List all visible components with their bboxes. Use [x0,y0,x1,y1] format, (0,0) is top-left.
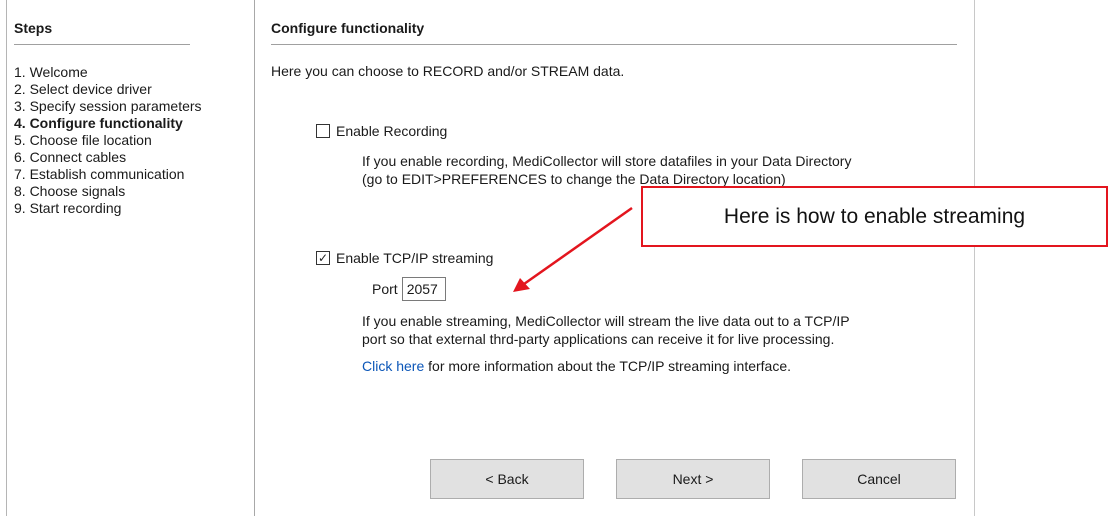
streaming-info-line: Click here for more information about th… [362,357,791,375]
title-divider [271,44,957,45]
steps-pane: Steps 1. Welcome 2. Select device driver… [0,0,254,516]
page-title: Configure functionality [271,20,425,36]
streaming-check-icon[interactable]: ✓ [316,251,330,265]
back-button[interactable]: < Back [430,459,584,499]
right-border [974,0,975,516]
recording-desc-line-1: If you enable recording, MediCollector w… [362,153,852,169]
steps-divider [14,44,190,45]
step-select-device-driver: 2. Select device driver [14,81,152,97]
annotation-callout: Here is how to enable streaming [641,186,1108,247]
steps-list: 1. Welcome 2. Select device driver 3. Sp… [14,64,202,217]
content-pane: Configure functionality Here you can cho… [255,0,975,516]
streaming-desc-line-1: If you enable streaming, MediCollector w… [362,313,850,329]
streaming-desc-line-2: port so that external thrd-party applica… [362,331,835,347]
enable-recording-checkbox[interactable]: Enable Recording [316,123,447,139]
click-here-link[interactable]: Click here [362,358,424,374]
step-connect-cables: 6. Connect cables [14,149,127,165]
streaming-description: If you enable streaming, MediCollector w… [362,312,850,348]
port-label: Port [372,281,398,297]
next-button[interactable]: Next > [616,459,770,499]
cancel-button[interactable]: Cancel [802,459,956,499]
enable-streaming-checkbox[interactable]: ✓ Enable TCP/IP streaming [316,250,493,266]
streaming-info-text: for more information about the TCP/IP st… [424,358,792,374]
step-establish-communication: 7. Establish communication [14,166,185,182]
step-welcome: 1. Welcome [14,64,88,80]
port-input[interactable] [401,277,446,301]
port-row: Port [372,277,446,301]
intro-text: Here you can choose to RECORD and/or STR… [271,63,625,79]
step-start-recording: 9. Start recording [14,200,122,216]
step-choose-file-location: 5. Choose file location [14,132,152,148]
enable-recording-label: Enable Recording [336,123,448,139]
step-choose-signals: 8. Choose signals [14,183,126,199]
enable-streaming-label: Enable TCP/IP streaming [336,250,494,266]
recording-description: If you enable recording, MediCollector w… [362,152,851,188]
left-border [6,0,7,516]
recording-checkbox-box[interactable] [316,124,330,138]
step-specify-session-parameters: 3. Specify session parameters [14,98,202,114]
step-configure-functionality: 4. Configure functionality [14,115,183,131]
steps-title: Steps [14,20,53,36]
